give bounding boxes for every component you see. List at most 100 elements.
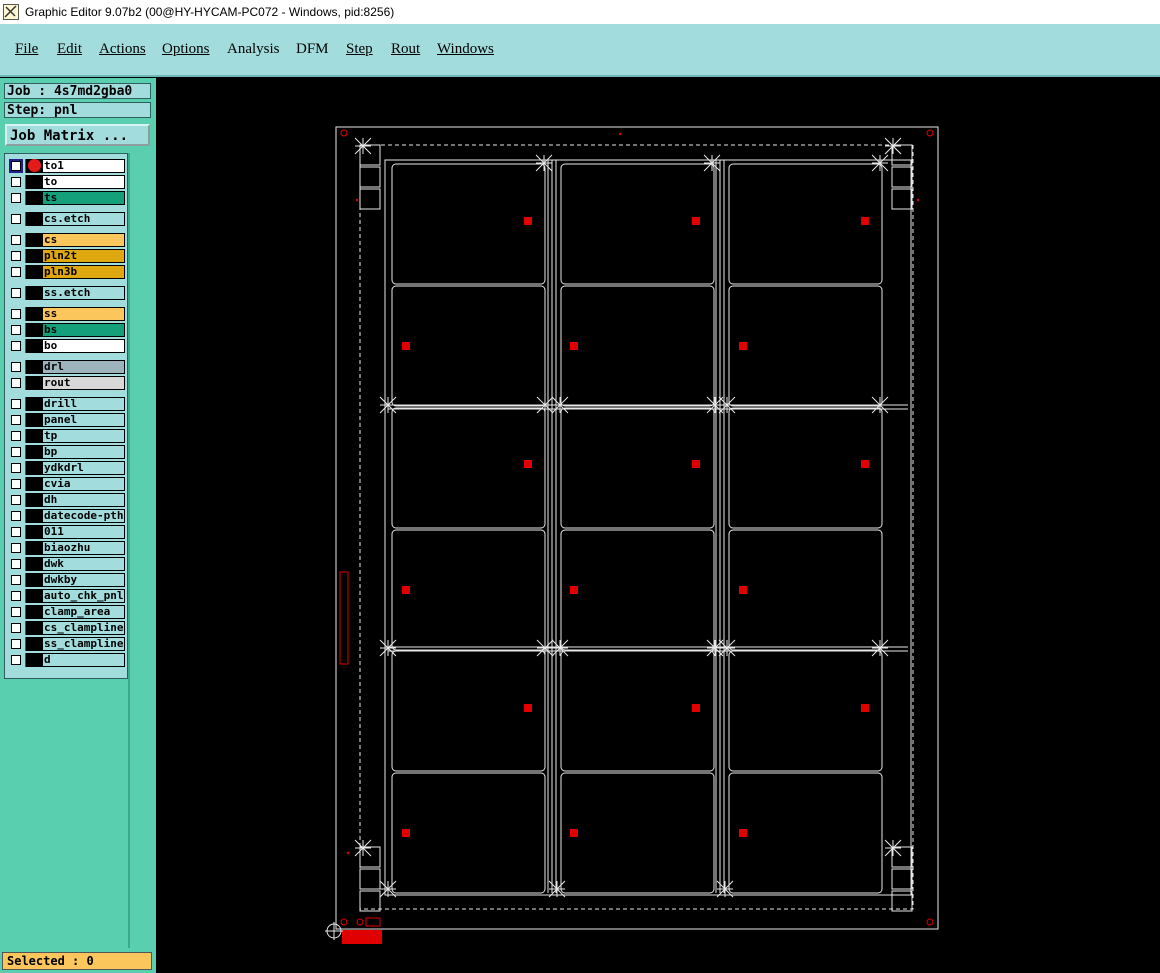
layer-row-011[interactable]: 011 [7, 525, 125, 539]
layer-name[interactable]: d [42, 653, 125, 667]
menu-analysis[interactable]: Analysis [227, 41, 280, 58]
layer-checkbox[interactable] [7, 509, 26, 523]
layer-affected-slot[interactable] [26, 653, 42, 667]
layer-row-panel[interactable]: panel [7, 413, 125, 427]
layer-row-to1[interactable]: to1 [7, 159, 125, 173]
layer-checkbox[interactable] [7, 175, 26, 189]
layer-affected-slot[interactable] [26, 323, 42, 337]
layer-name[interactable]: to [42, 175, 125, 189]
layer-name[interactable]: ts [42, 191, 125, 205]
layer-affected-slot[interactable] [26, 461, 42, 475]
layer-row-ydkdrl[interactable]: ydkdrl [7, 461, 125, 475]
layer-checkbox[interactable] [7, 191, 26, 205]
layer-name[interactable]: to1 [42, 159, 125, 173]
layer-affected-slot[interactable] [26, 509, 42, 523]
layer-row-to[interactable]: to [7, 175, 125, 189]
layer-row-pln3b[interactable]: pln3b [7, 265, 125, 279]
layer-row-tp[interactable]: tp [7, 429, 125, 443]
layer-checkbox[interactable] [7, 286, 26, 300]
layer-checkbox[interactable] [7, 413, 26, 427]
layer-checkbox[interactable] [7, 159, 26, 173]
layer-checkbox[interactable] [7, 360, 26, 374]
layer-row-dwk[interactable]: dwk [7, 557, 125, 571]
layer-row-ss.etch[interactable]: ss.etch [7, 286, 125, 300]
layer-row-cs[interactable]: cs [7, 233, 125, 247]
layer-name[interactable]: clamp_area [42, 605, 125, 619]
layer-name[interactable]: bs [42, 323, 125, 337]
layer-affected-slot[interactable] [26, 307, 42, 321]
layer-affected-slot[interactable] [26, 573, 42, 587]
layer-checkbox[interactable] [7, 397, 26, 411]
menu-actions[interactable]: Actions [99, 41, 146, 58]
layer-checkbox[interactable] [7, 557, 26, 571]
layer-checkbox[interactable] [7, 339, 26, 353]
layer-checkbox[interactable] [7, 461, 26, 475]
layer-name[interactable]: pln3b [42, 265, 125, 279]
layer-row-ts[interactable]: ts [7, 191, 125, 205]
layer-name[interactable]: dwk [42, 557, 125, 571]
layer-row-rout[interactable]: rout [7, 376, 125, 390]
layer-checkbox[interactable] [7, 376, 26, 390]
layer-affected-slot[interactable] [26, 265, 42, 279]
layer-affected-slot[interactable] [26, 605, 42, 619]
layer-row-datecode-pth[interactable]: datecode-pth [7, 509, 125, 523]
layer-row-d[interactable]: d [7, 653, 125, 667]
layer-row-clamp_area[interactable]: clamp_area [7, 605, 125, 619]
layer-affected-slot[interactable] [26, 589, 42, 603]
layer-name[interactable]: dwkby [42, 573, 125, 587]
layer-checkbox[interactable] [7, 233, 26, 247]
menu-rout[interactable]: Rout [391, 41, 420, 58]
layer-name[interactable]: panel [42, 413, 125, 427]
layer-affected-slot[interactable] [26, 445, 42, 459]
job-matrix-button[interactable]: Job Matrix ... [5, 124, 150, 146]
layer-name[interactable]: dh [42, 493, 125, 507]
layer-name[interactable]: ss_clampline [42, 637, 125, 651]
layer-checkbox[interactable] [7, 605, 26, 619]
layer-name[interactable]: tp [42, 429, 125, 443]
layer-name[interactable]: biaozhu [42, 541, 125, 555]
layer-checkbox[interactable] [7, 212, 26, 226]
layer-affected-slot[interactable] [26, 637, 42, 651]
layer-row-pln2t[interactable]: pln2t [7, 249, 125, 263]
layer-row-biaozhu[interactable]: biaozhu [7, 541, 125, 555]
layer-row-cs.etch[interactable]: cs.etch [7, 212, 125, 226]
layer-affected-slot[interactable] [26, 360, 42, 374]
layer-affected-slot[interactable] [26, 429, 42, 443]
layer-affected-slot[interactable] [26, 159, 42, 173]
layer-checkbox[interactable] [7, 525, 26, 539]
layer-row-bp[interactable]: bp [7, 445, 125, 459]
layer-affected-slot[interactable] [26, 557, 42, 571]
layer-row-auto_chk_pnl[interactable]: auto_chk_pnl [7, 589, 125, 603]
menu-options[interactable]: Options [162, 41, 210, 58]
layer-row-drill[interactable]: drill [7, 397, 125, 411]
layer-affected-slot[interactable] [26, 477, 42, 491]
layer-affected-slot[interactable] [26, 175, 42, 189]
layer-row-dh[interactable]: dh [7, 493, 125, 507]
layer-row-dwkby[interactable]: dwkby [7, 573, 125, 587]
layer-name[interactable]: rout [42, 376, 125, 390]
layer-row-ss[interactable]: ss [7, 307, 125, 321]
layer-row-bo[interactable]: bo [7, 339, 125, 353]
layer-row-cs_clampline[interactable]: cs_clampline [7, 621, 125, 635]
layer-row-ss_clampline[interactable]: ss_clampline [7, 637, 125, 651]
layer-name[interactable]: cs.etch [42, 212, 125, 226]
layer-affected-slot[interactable] [26, 212, 42, 226]
menu-dfm[interactable]: DFM [296, 41, 329, 58]
layer-affected-slot[interactable] [26, 621, 42, 635]
menu-step[interactable]: Step [346, 41, 373, 58]
layer-checkbox[interactable] [7, 589, 26, 603]
layer-checkbox[interactable] [7, 307, 26, 321]
menu-edit[interactable]: Edit [57, 41, 82, 58]
layer-affected-slot[interactable] [26, 286, 42, 300]
layer-name[interactable]: cvia [42, 477, 125, 491]
menu-windows[interactable]: Windows [437, 41, 494, 58]
layer-checkbox[interactable] [7, 637, 26, 651]
layer-name[interactable]: 011 [42, 525, 125, 539]
layer-checkbox[interactable] [7, 445, 26, 459]
layer-checkbox[interactable] [7, 249, 26, 263]
layer-row-bs[interactable]: bs [7, 323, 125, 337]
layer-checkbox[interactable] [7, 493, 26, 507]
layer-checkbox[interactable] [7, 265, 26, 279]
layer-name[interactable]: ydkdrl [42, 461, 125, 475]
layer-affected-slot[interactable] [26, 249, 42, 263]
